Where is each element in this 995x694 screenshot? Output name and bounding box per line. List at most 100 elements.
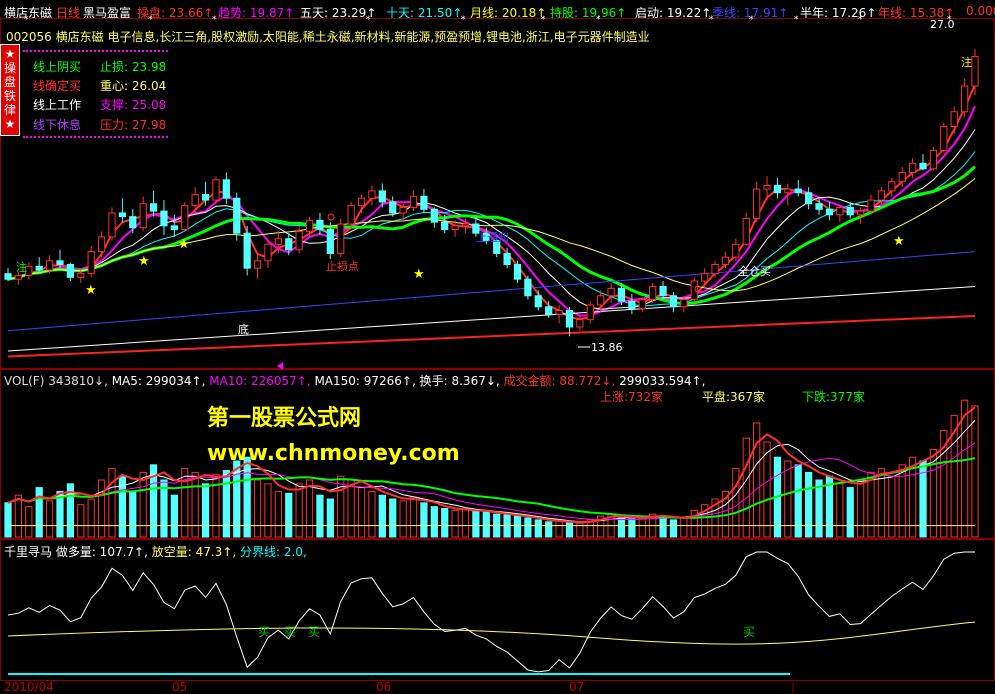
top-marker: * [148, 15, 153, 25]
candle-body [607, 287, 615, 297]
candle-body [337, 223, 345, 254]
candle-body [732, 243, 740, 258]
candle-body [929, 149, 938, 170]
date-label: 2010/04 [4, 680, 54, 694]
year-line [7, 315, 976, 358]
buy-signal-mark: 买 [258, 625, 270, 639]
candle-body [108, 212, 116, 238]
date-label: 07 [569, 680, 585, 694]
candle-body [753, 188, 761, 219]
ma-line [7, 151, 976, 307]
candle-body [430, 208, 438, 223]
buy-signal-mark: 买 [284, 625, 296, 639]
volume-bar [87, 498, 95, 538]
volume-bar [555, 520, 563, 538]
candle-body [773, 184, 782, 194]
title-part: 放空量: 47.3↑, [151, 545, 240, 559]
volume-bar [35, 487, 43, 538]
volume-bar [25, 506, 33, 538]
advancers-count: 上涨:732家 [600, 390, 663, 404]
candle-body [389, 201, 397, 214]
volume-bar [638, 516, 646, 538]
candle-body [295, 230, 303, 251]
top-marker: * [947, 15, 952, 25]
candle-body [815, 203, 823, 210]
candle-body [742, 217, 750, 245]
title-part: MA5: 299034↑, [111, 374, 210, 388]
volume-bar [565, 522, 574, 538]
candle-body [503, 252, 511, 265]
volume-bar [139, 471, 147, 538]
volume-bar [253, 479, 262, 538]
volume-bar [857, 479, 865, 538]
volume-bar [846, 487, 854, 538]
volume-bar [794, 464, 802, 538]
volume-bar [451, 509, 459, 538]
candle-body [441, 221, 449, 231]
candle-body [451, 225, 459, 231]
title-part: VOL(F) 343810↓, [4, 374, 112, 388]
candle-body [316, 219, 324, 231]
volume-bar [201, 483, 210, 538]
top-marker: * [749, 15, 754, 25]
volume-bar [14, 494, 23, 538]
candle-body [669, 295, 678, 308]
volume-bar [815, 479, 823, 538]
candle-body [877, 190, 886, 201]
top-marker: * [366, 15, 371, 25]
low-price-label: 13.86 [591, 341, 623, 354]
stock-chart: 买买买买 27.0注13.86底止损点上通知全仓买注★★★★★* * * * * * * * *… [4, 15, 979, 693]
candle-body [14, 275, 23, 280]
candle-body [160, 210, 168, 227]
volume-bar [45, 500, 54, 538]
candle-body [908, 162, 917, 173]
candle-body [680, 298, 688, 308]
volume-bar [680, 517, 688, 538]
high-signal-label: 注 [961, 55, 972, 69]
candle-body [191, 194, 199, 207]
volume-bar [389, 498, 397, 538]
candle-body [87, 251, 95, 275]
title-part: 分界线: 2.0, [240, 545, 307, 559]
top-marker: * [461, 15, 466, 25]
volume-bar [888, 475, 896, 538]
top-marker: * [24, 15, 29, 25]
candle-body [805, 192, 813, 205]
star-marker: ★ [413, 267, 425, 282]
candle-body [181, 205, 189, 231]
candle-body [66, 263, 75, 278]
left-signal-label: 注 [16, 260, 27, 274]
top-marker: * [541, 15, 546, 25]
date-label: 05 [172, 680, 188, 694]
bear-volume-line [7, 621, 976, 645]
title-part: MA150: 97266↑, [314, 374, 420, 388]
unchanged-count: 平盘:367家 [702, 390, 765, 404]
volume-bar [545, 521, 553, 538]
volume-bar [129, 490, 137, 538]
candle-body [139, 203, 147, 229]
candle-body [649, 286, 657, 300]
candle-body [524, 278, 532, 297]
volume-bar [347, 479, 355, 538]
candle-body [721, 256, 730, 265]
watermark-url: www.chnmoney.com [207, 441, 460, 466]
candle-body [368, 190, 376, 199]
candle-body [243, 232, 251, 269]
volume-bar [409, 496, 418, 538]
top-marker: * [596, 15, 601, 25]
volume-bar [316, 494, 324, 538]
candle-body [118, 212, 126, 218]
candle-body [534, 295, 542, 308]
candle-body [565, 309, 574, 328]
candle-body [149, 203, 158, 212]
full-buy-label: 全仓买 [738, 264, 771, 278]
volume-bar [430, 506, 438, 538]
stop-loss-label: 止损点 [326, 259, 359, 273]
volume-bar [295, 483, 303, 538]
candle-body [253, 260, 262, 269]
volume-bar [4, 502, 12, 538]
candle-body [326, 229, 334, 254]
volume-bar [305, 479, 314, 538]
candle-body [201, 194, 210, 201]
candle-body [97, 236, 106, 253]
